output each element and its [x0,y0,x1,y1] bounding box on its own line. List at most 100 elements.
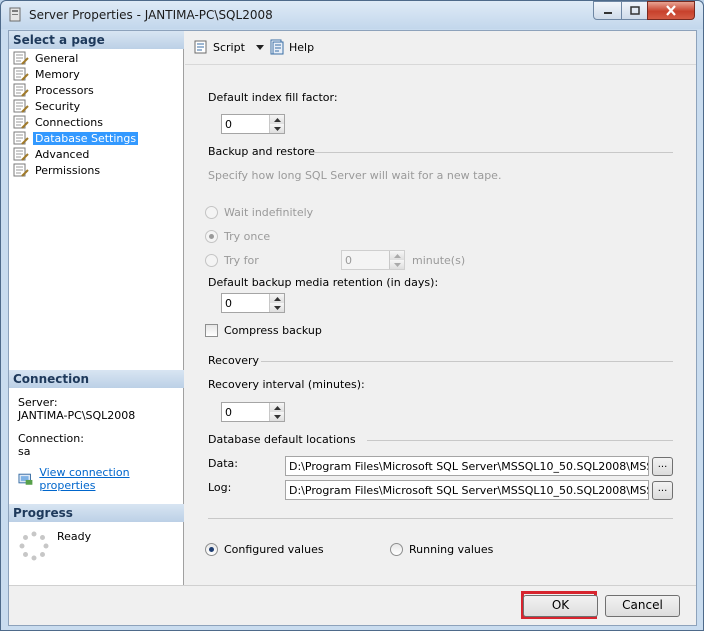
retention-value: 0 [225,297,232,310]
log-browse-button[interactable]: ... [652,481,673,500]
dialog-client-area: Select a page General Memory Processors … [8,30,697,626]
data-path-label: Data: [208,457,238,470]
page-processors[interactable]: Processors [13,82,96,98]
stepper-down-icon[interactable] [270,412,284,421]
page-label: General [35,51,79,65]
close-icon [666,5,676,16]
progress-spinner-icon [19,531,49,561]
group-divider [208,518,673,519]
server-properties-window: Server Properties - JANTIMA-PC\SQL2008 S… [0,0,704,631]
progress-status: Ready [57,530,92,543]
server-label: Server: [18,396,58,409]
toolbar: Script Help [185,31,696,65]
try-once-label: Try once [224,230,271,243]
page-label: Processors [35,83,94,97]
compress-backup-checkbox[interactable] [205,324,218,337]
view-connection-properties[interactable]: View connection properties [18,466,183,492]
recovery-interval-value: 0 [225,406,232,419]
connection-header: Connection [9,370,184,388]
wait-indefinitely-label: Wait indefinitely [224,206,314,219]
running-values-radio[interactable] [390,543,403,556]
backup-restore-title: Backup and restore [208,145,315,158]
script-button[interactable]: Script [193,39,265,55]
help-label: Help [289,40,315,54]
page-label: Permissions [35,163,101,177]
page-label: Connections [35,115,103,129]
recovery-title: Recovery [208,354,260,367]
select-page-header: Select a page [9,31,184,49]
recovery-interval-label: Recovery interval (minutes): [208,378,365,391]
fill-factor-stepper[interactable]: 0 [221,114,285,134]
script-icon [194,40,207,54]
data-path-input[interactable]: D:\Program Files\Microsoft SQL Server\MS… [285,456,649,476]
page-wrench-icon [13,67,29,81]
view-connection-link[interactable]: View connection properties [39,466,183,492]
cancel-button[interactable]: Cancel [605,595,680,617]
title-bar[interactable]: Server Properties - JANTIMA-PC\SQL2008 [1,1,703,29]
left-panel: Select a page General Memory Processors … [9,31,184,585]
page-advanced[interactable]: Advanced [13,146,91,162]
retention-stepper[interactable]: 0 [221,293,285,313]
log-path-label: Log: [208,481,232,494]
connection-properties-icon [18,473,33,485]
page-wrench-icon [13,99,29,113]
stepper-up-icon[interactable] [390,251,404,260]
stepper-down-icon[interactable] [270,124,284,133]
recovery-interval-stepper[interactable]: 0 [221,402,285,422]
try-for-value: 0 [345,254,352,267]
page-label: Advanced [35,147,90,161]
try-for-radio[interactable] [205,254,218,267]
stepper-up-icon[interactable] [270,294,284,303]
try-once-radio[interactable] [205,230,218,243]
page-label: Database Settings [33,131,139,145]
chevron-down-icon [255,45,264,50]
configured-values-radio[interactable] [205,543,218,556]
page-wrench-icon [13,115,29,129]
group-divider [261,361,673,362]
server-value: JANTIMA-PC\SQL2008 [18,409,136,422]
stepper-up-icon[interactable] [270,403,284,412]
maximize-button[interactable] [621,1,648,20]
page-wrench-icon [13,131,29,145]
minimize-icon [603,11,612,14]
minimize-button[interactable] [593,1,622,20]
page-database-settings[interactable]: Database Settings [13,130,139,146]
data-browse-button[interactable]: ... [652,457,673,476]
page-memory[interactable]: Memory [13,66,82,82]
stepper-down-icon[interactable] [390,260,404,269]
try-for-label: Try for [224,254,259,267]
page-wrench-icon [13,147,29,161]
page-wrench-icon [13,51,29,65]
ok-button[interactable]: OK [523,595,598,617]
fill-factor-label: Default index fill factor: [208,91,338,104]
page-general[interactable]: General [13,50,80,66]
page-wrench-icon [13,83,29,97]
page-wrench-icon [13,163,29,177]
server-icon [9,7,21,22]
fill-factor-value: 0 [225,118,232,131]
stepper-up-icon[interactable] [270,115,284,124]
progress-header: Progress [9,504,184,522]
page-security[interactable]: Security [13,98,82,114]
page-connections[interactable]: Connections [13,114,105,130]
locations-title: Database default locations [208,433,356,446]
help-icon [270,39,284,55]
retention-label: Default backup media retention (in days)… [208,276,439,289]
log-path-input[interactable]: D:\Program Files\Microsoft SQL Server\MS… [285,480,649,500]
connection-value: sa [18,445,31,458]
help-button[interactable]: Help [269,39,314,55]
group-divider [367,440,673,441]
try-for-stepper[interactable]: 0 [341,250,405,270]
close-button[interactable] [647,1,695,20]
script-label: Script [213,40,245,54]
maximize-icon [629,6,640,15]
wait-indefinitely-radio[interactable] [205,206,218,219]
connection-label: Connection: [18,432,84,445]
page-permissions[interactable]: Permissions [13,162,102,178]
database-settings-content: Default index fill factor: 0 Backup and … [185,66,696,585]
stepper-down-icon[interactable] [270,303,284,312]
window-title: Server Properties - JANTIMA-PC\SQL2008 [29,8,273,22]
running-values-label: Running values [409,543,494,556]
minutes-unit-label: minute(s) [412,254,466,267]
right-panel: Script Help Default index fill factor: 0… [185,31,696,585]
